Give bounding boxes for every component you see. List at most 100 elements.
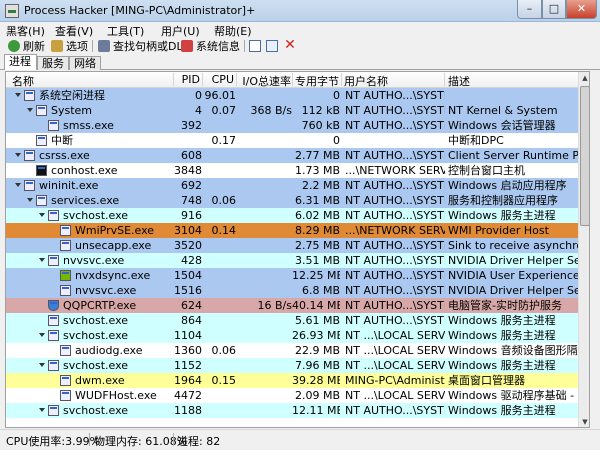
process-icon [60, 285, 71, 296]
expand-toggle-icon[interactable] [39, 213, 45, 217]
process-name-cell: svchost.exe [6, 358, 174, 373]
options-button[interactable]: 选项 [51, 39, 88, 53]
column-cpu[interactable]: CPU [203, 73, 234, 87]
expand-toggle-icon[interactable] [15, 153, 21, 157]
process-row[interactable]: svchost.exe 1152 7.96 MB NT ...\LOCAL SERVI… [6, 358, 578, 373]
process-icon [24, 180, 35, 191]
process-row[interactable]: System 4 0.07 368 B/s 112 kB NT AUTHO...\SYST… [6, 103, 578, 118]
process-mem-cell: 3.51 MB [294, 254, 340, 267]
process-name-cell: services.exe [6, 193, 174, 208]
process-tree[interactable]: 名称 PID CPU I/O总速率 专用字节 用户名称 描述 系统空闲进程 0 96… [5, 71, 590, 428]
expand-toggle-icon[interactable] [39, 363, 45, 367]
column-user-name[interactable]: 用户名称 [344, 73, 440, 87]
status-bar: CPU使用率:3.99% 物理内存: 61.08% 进程: 82 [0, 429, 600, 450]
menu-tools[interactable]: 工具(T) [107, 23, 144, 39]
process-name: 系统空闲进程 [39, 89, 105, 102]
process-io-cell [236, 388, 292, 403]
expand-toggle-icon[interactable] [39, 258, 45, 262]
column-pid[interactable]: PID [174, 73, 200, 87]
system-info-button[interactable]: 系统信息 [181, 39, 240, 53]
expand-toggle-icon[interactable] [39, 333, 45, 337]
process-pid-cell: 692 [181, 179, 202, 192]
process-io-cell [236, 403, 292, 418]
expand-toggle-icon[interactable] [15, 93, 21, 97]
process-user-cell: ...\NETWORK SERVICE [345, 224, 445, 237]
tab-processes[interactable]: 进程 [4, 54, 37, 70]
process-row[interactable]: smss.exe 392 760 kB NT AUTHO...\SYSTEMWindo… [6, 118, 578, 133]
process-mem-cell: 7.96 MB [294, 359, 340, 372]
maximize-button[interactable]: □ [542, 0, 566, 19]
process-row[interactable]: QQPCRTP.exe 624 16 B/s 40.14 MB NT AUTHO...\… [6, 298, 578, 313]
menu-hacker[interactable]: 黑客(H) [6, 23, 45, 39]
column-name[interactable]: 名称 [12, 73, 162, 87]
refresh-button[interactable]: 刷新 [8, 39, 45, 53]
tab-services[interactable]: 服务 [37, 56, 69, 70]
terminate-icon[interactable]: ✕ [284, 38, 296, 52]
scroll-down-icon[interactable]: ▼ [579, 416, 589, 427]
process-icon [48, 360, 59, 371]
window-arrow-icon[interactable] [266, 40, 278, 52]
close-button[interactable]: ✕ [566, 0, 597, 19]
process-row[interactable]: nvvsvc.exe 1516 6.8 MB NT AUTHO...\SYSTEMNV… [6, 283, 578, 298]
vertical-scrollbar[interactable]: ▲ ▼ [578, 72, 589, 427]
process-desc-cell: NVIDIA Driver Helper Servi... [448, 284, 578, 297]
process-row[interactable]: unsecapp.exe 3520 2.75 MB NT AUTHO...\SYSTE… [6, 238, 578, 253]
column-description[interactable]: 描述 [448, 73, 568, 87]
menu-view[interactable]: 查看(V) [55, 23, 93, 39]
system-info-label: 系统信息 [196, 40, 240, 53]
column-private-bytes[interactable]: 专用字节 [293, 73, 339, 87]
process-icon [36, 135, 47, 146]
process-io-cell [236, 133, 292, 148]
process-icon [60, 240, 71, 251]
tab-bar: 进程 服务 网络 [0, 54, 600, 70]
process-row[interactable]: WmiPrvSE.exe 3104 0.14 8.29 MB ...\NETWORK S… [6, 223, 578, 238]
minimize-button[interactable]: – [517, 0, 542, 19]
window-icon[interactable] [249, 40, 261, 52]
process-cpu-cell [202, 238, 236, 253]
title-bar[interactable]: Process Hacker [MING-PC\Administrator]+ … [0, 0, 600, 22]
tab-network[interactable]: 网络 [69, 56, 101, 70]
menu-users[interactable]: 用户(U) [161, 23, 200, 39]
process-row[interactable]: audiodg.exe 1360 0.06 22.9 MB NT ...\LOCAL S… [6, 343, 578, 358]
scroll-up-icon[interactable]: ▲ [579, 72, 589, 85]
process-row[interactable]: svchost.exe 1104 26.93 MB NT ...\LOCAL SERV… [6, 328, 578, 343]
process-cpu-cell: 96.01 [204, 89, 237, 102]
menu-help[interactable]: 帮助(E) [214, 23, 252, 39]
process-desc-cell: Windows 驱动程序基础 - 用... [448, 389, 578, 402]
process-pid-cell: 1516 [174, 284, 202, 297]
process-row[interactable]: dwm.exe 1964 0.15 39.28 MB MING-PC\Administr… [6, 373, 578, 388]
process-io-cell [236, 88, 292, 103]
process-io-cell [236, 313, 292, 328]
process-io-cell [236, 238, 292, 253]
process-row[interactable]: nvxdsync.exe 1504 12.25 MB NT AUTHO...\SYST… [6, 268, 578, 283]
process-desc-cell: Sink to receive asynchrono... [448, 239, 578, 252]
expand-toggle-icon[interactable] [27, 108, 33, 112]
process-row[interactable]: wininit.exe 692 2.2 MB NT AUTHO...\SYSTEMWi… [6, 178, 578, 193]
process-row[interactable]: svchost.exe 864 5.61 MB NT AUTHO...\SYSTEMW… [6, 313, 578, 328]
process-row[interactable]: 中断 0.17 0 中断和DPC [6, 133, 578, 148]
process-user-cell: NT AUTHO...\SYSTEM [345, 299, 445, 312]
process-row[interactable]: WUDFHost.exe 4472 2.09 MB NT ...\LOCAL SERV… [6, 388, 578, 403]
process-row[interactable]: nvvsvc.exe 428 3.51 MB NT AUTHO...\SYSTEMNV… [6, 253, 578, 268]
process-io-cell [236, 373, 292, 388]
column-divider[interactable] [444, 73, 445, 86]
expand-toggle-icon[interactable] [15, 183, 21, 187]
process-user-cell: NT AUTHO...\SYSTEM [345, 149, 445, 162]
process-icon [36, 195, 47, 206]
column-io-total[interactable]: I/O总速率 [237, 73, 291, 87]
process-row[interactable]: svchost.exe 1188 12.11 MB NT AUTHO...\SYSTE… [6, 403, 578, 418]
process-name-cell: nvvsvc.exe [6, 253, 174, 268]
process-row[interactable]: csrss.exe 608 2.77 MB NT AUTHO...\SYSTEMCli… [6, 148, 578, 163]
process-desc-cell: Windows 服务主进程 [448, 209, 556, 222]
expand-toggle-icon[interactable] [27, 198, 33, 202]
process-row[interactable]: 系统空闲进程096.010NT AUTHO...\SYSTEM [6, 88, 578, 103]
process-pid-cell: 1188 [174, 404, 202, 417]
process-row[interactable]: services.exe 748 0.06 6.31 MB NT AUTHO...\SY… [6, 193, 578, 208]
process-mem-cell: 6.8 MB [301, 284, 340, 297]
column-divider[interactable] [341, 73, 342, 86]
find-handles-button[interactable]: 查找句柄或DLL [98, 39, 189, 53]
expand-toggle-icon[interactable] [39, 408, 45, 412]
process-row[interactable]: conhost.exe 3848 1.73 MB ...\NETWORK SERVIC… [6, 163, 578, 178]
process-row[interactable]: svchost.exe 916 6.02 MB NT AUTHO...\SYSTEMW… [6, 208, 578, 223]
scrollbar-thumb[interactable] [580, 86, 589, 226]
